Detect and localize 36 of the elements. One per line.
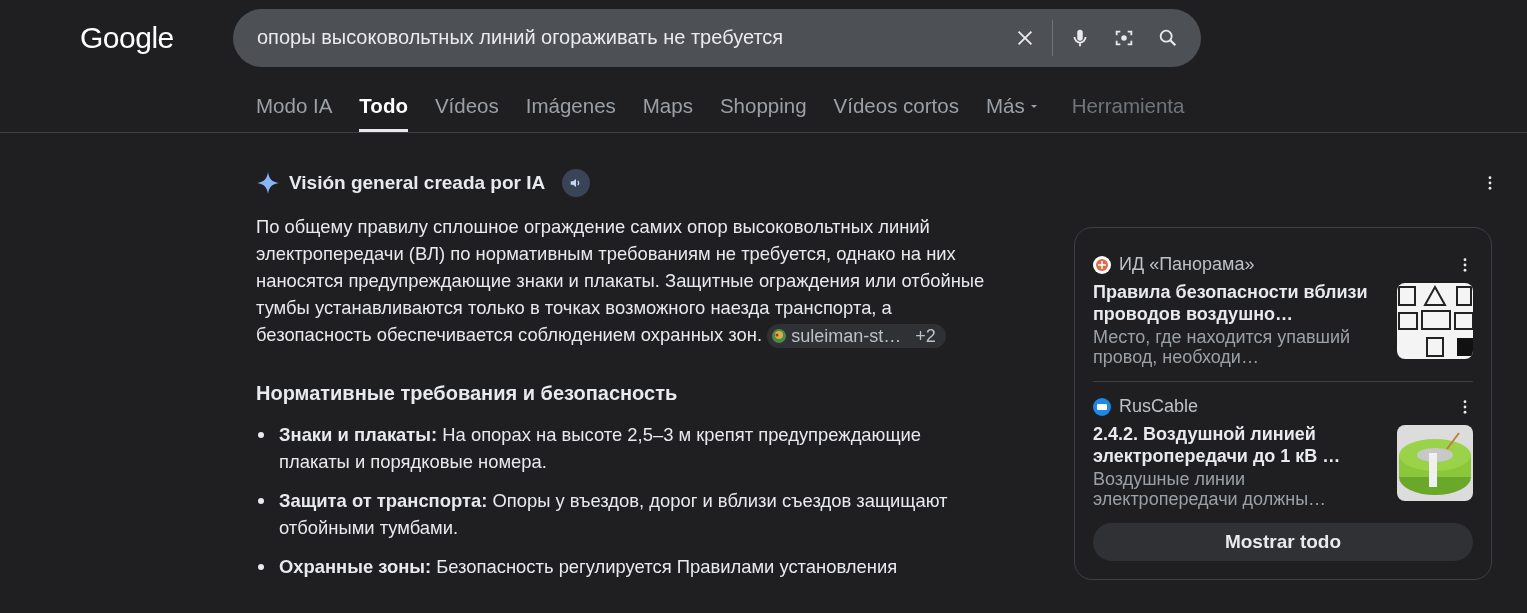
listen-button[interactable]	[562, 169, 591, 197]
site-name[interactable]: RusCable	[1119, 396, 1455, 417]
site-favicon-icon	[1093, 255, 1111, 274]
bullet-icon	[258, 564, 264, 571]
bullet-icon	[258, 432, 264, 439]
site-name[interactable]: ИД «Панорама»	[1119, 254, 1455, 275]
more-options-icon[interactable]	[1488, 176, 1492, 190]
search-tab[interactable]: Shopping	[719, 94, 807, 132]
more-menu[interactable]: Más	[985, 94, 1039, 132]
bullet-icon	[258, 498, 264, 505]
show-all-button[interactable]: Mostrar todo	[1093, 523, 1473, 561]
search-field[interactable]: опоры высоковольтных линий огораживать не требуется	[233, 8, 1201, 67]
google-logo[interactable]: Google	[80, 20, 233, 55]
source-chip[interactable]: suleiman-st… +2	[767, 324, 946, 349]
tools-tab[interactable]: Herramienta	[1071, 94, 1185, 132]
source-title-link[interactable]: Правила безопасности вблизи проводов воздушно…	[1093, 281, 1383, 325]
site-favicon-icon	[1093, 397, 1111, 416]
search-query: опоры высоковольтных линий огораживать не требуется	[257, 26, 785, 49]
sparkle-icon	[256, 171, 280, 195]
search-tab[interactable]: Vídeos cortos	[833, 94, 959, 132]
source-favicon-icon	[771, 328, 788, 345]
more-options-icon[interactable]	[1463, 257, 1467, 272]
search-tab[interactable]: Vídeos	[434, 94, 499, 132]
source-snippet: Место, где находится упавший провод, необходи…	[1093, 327, 1352, 367]
search-tab[interactable]: Modo IA	[256, 94, 333, 132]
more-options-icon[interactable]	[1463, 399, 1467, 414]
source-snippet: Воздушные линии электропередачи должны…	[1093, 469, 1328, 509]
bullet-text: Охранные зоны: Безопасность регулируется Правилами установления	[279, 555, 898, 580]
source-title-link[interactable]: 2.4.2. Воздушной линией электропередачи до 1 кВ …	[1093, 423, 1383, 467]
search-tab[interactable]: Imágenes	[525, 94, 616, 132]
overview-summary: По общему правилу сплошное ограждение самих опор высоковольтных линий электропередачи (ВЛ) по нормативным требованиям не требуется, однако на них наносятся предупреждающие знаки и плакаты. Защитные ограждения или отбойные тумбы устанавливаются только в точках возможного наезда транспорта, а безопасность обеспечивается соблюдением охранных зон. suleiman-st… +2	[256, 213, 991, 349]
bullet-text: Защита от транспорта: Опоры у въездов, дорог и вблизи съездов защищают отбойными тумбами.	[279, 489, 949, 541]
overview-title: Visión general creada por IA	[289, 172, 546, 194]
bullet-text: Знаки и плакаты: На опорах на высоте 2,5–3 м крепят предупреждающие плакаты и порядковые номера.	[279, 423, 923, 475]
section-heading: Нормативные требования и безопасность	[256, 382, 679, 406]
search-tab[interactable]: Maps	[642, 94, 693, 132]
